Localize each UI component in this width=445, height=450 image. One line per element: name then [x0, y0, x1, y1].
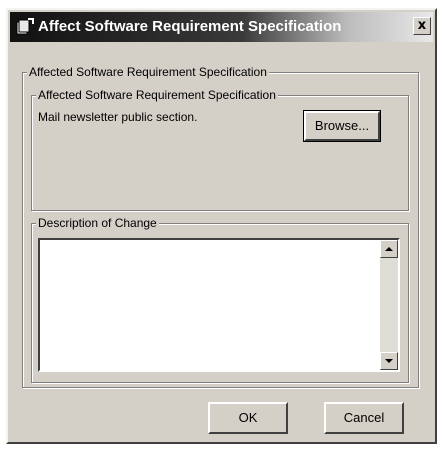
browse-button[interactable]: Browse... — [303, 110, 381, 142]
close-icon[interactable]: x — [413, 17, 431, 35]
cancel-button[interactable]: Cancel — [324, 402, 404, 434]
spec-group-box: Affected Software Requirement Specificat… — [31, 88, 409, 211]
outer-group-label: Affected Software Requirement Specificat… — [27, 65, 269, 79]
scroll-up-arrow-icon[interactable] — [380, 240, 398, 258]
title-bar[interactable]: Affect Software Requirement Specificatio… — [10, 12, 433, 42]
dialog-window: Affect Software Requirement Specificatio… — [6, 8, 437, 444]
selected-spec-text: Mail newsletter public section. — [38, 110, 198, 124]
ok-button[interactable]: OK — [208, 402, 288, 434]
app-icon — [16, 18, 34, 36]
description-of-change-textarea[interactable] — [38, 238, 400, 372]
change-group-label: Description of Change — [36, 216, 159, 230]
scroll-down-arrow-icon[interactable] — [380, 352, 398, 370]
window-title: Affect Software Requirement Specificatio… — [38, 18, 342, 35]
textarea-scrollbar[interactable] — [380, 240, 398, 370]
outer-group-box: Affected Software Requirement Specificat… — [22, 65, 419, 388]
spec-group-label: Affected Software Requirement Specificat… — [36, 88, 278, 102]
change-group-box: Description of Change — [31, 216, 409, 383]
